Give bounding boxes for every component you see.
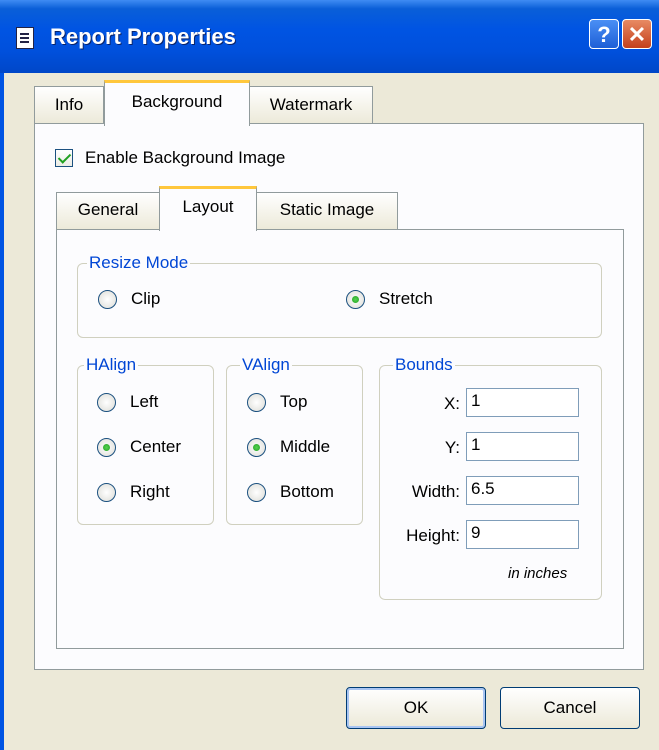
bounds-x-label: X: bbox=[443, 394, 460, 413]
subtab-general-label: General bbox=[77, 200, 139, 219]
valign-bottom-radio[interactable]: Bottom bbox=[247, 482, 334, 502]
resize-mode-legend: Resize Mode bbox=[87, 253, 191, 273]
halign-center-radio-circle[interactable] bbox=[97, 437, 116, 457]
enable-background-checkbox[interactable]: Enable Background Image bbox=[55, 148, 285, 168]
valign-top-radio-circle[interactable] bbox=[247, 392, 266, 412]
halign-left-label: Left bbox=[130, 392, 159, 411]
valign-middle-radio[interactable]: Middle bbox=[247, 437, 330, 457]
bounds-height-label: Height: bbox=[406, 526, 460, 545]
subtab-layout[interactable]: Layout bbox=[159, 186, 257, 231]
valign-bottom-radio-circle[interactable] bbox=[247, 482, 266, 502]
subtab-static-image[interactable]: Static Image bbox=[256, 192, 398, 230]
valign-legend: VAlign bbox=[240, 355, 292, 375]
bounds-group: Bounds X: 1 Y: 1 Width: 6.5 Height: 9 in… bbox=[379, 355, 602, 600]
subtab-static-image-label: Static Image bbox=[279, 200, 375, 219]
layout-subtab-panel: Resize Mode Clip Stretch HAlign Left Cen… bbox=[56, 229, 624, 649]
ok-button[interactable]: OK bbox=[346, 687, 486, 729]
valign-middle-label: Middle bbox=[280, 437, 331, 456]
bounds-height-input[interactable]: 9 bbox=[466, 520, 579, 549]
window-frame bbox=[0, 73, 4, 750]
document-icon bbox=[16, 27, 34, 49]
bounds-width-label: Width: bbox=[411, 482, 460, 501]
resize-stretch-radio-circle[interactable] bbox=[346, 289, 365, 309]
halign-center-radio[interactable]: Center bbox=[97, 437, 181, 457]
close-button[interactable]: ✕ bbox=[622, 19, 652, 49]
cancel-button[interactable]: Cancel bbox=[500, 687, 640, 729]
title-bar[interactable]: Report Properties ? ✕ bbox=[0, 0, 659, 73]
resize-stretch-label: Stretch bbox=[379, 289, 433, 308]
halign-left-radio-circle[interactable] bbox=[97, 392, 116, 412]
valign-bottom-label: Bottom bbox=[280, 482, 334, 501]
halign-right-radio-circle[interactable] bbox=[97, 482, 116, 502]
halign-center-label: Center bbox=[130, 437, 182, 456]
valign-middle-radio-circle[interactable] bbox=[247, 437, 266, 457]
tab-info[interactable]: Info bbox=[34, 86, 104, 124]
bounds-y-label: Y: bbox=[444, 438, 460, 457]
resize-mode-group: Resize Mode Clip Stretch bbox=[77, 253, 602, 338]
halign-legend: HAlign bbox=[84, 355, 139, 375]
resize-clip-radio-circle[interactable] bbox=[98, 289, 117, 309]
tab-watermark-label: Watermark bbox=[269, 95, 353, 114]
halign-right-label: Right bbox=[130, 482, 170, 501]
valign-top-label: Top bbox=[280, 392, 308, 411]
resize-clip-radio[interactable]: Clip bbox=[98, 289, 160, 309]
halign-right-radio[interactable]: Right bbox=[97, 482, 170, 502]
subtab-layout-label: Layout bbox=[182, 197, 234, 216]
window-title: Report Properties bbox=[50, 24, 236, 49]
valign-group: VAlign Top Middle Bottom bbox=[226, 355, 363, 525]
tab-background[interactable]: Background bbox=[104, 80, 250, 126]
tab-info-label: Info bbox=[54, 95, 84, 114]
halign-left-radio[interactable]: Left bbox=[97, 392, 158, 412]
bounds-width-input[interactable]: 6.5 bbox=[466, 476, 579, 505]
enable-background-checkbox-label: Enable Background Image bbox=[85, 148, 286, 167]
bounds-x-input[interactable]: 1 bbox=[466, 388, 579, 417]
halign-group: HAlign Left Center Right bbox=[77, 355, 214, 525]
resize-clip-label: Clip bbox=[131, 289, 161, 308]
bounds-units-note: in inches bbox=[508, 565, 568, 582]
tab-background-label: Background bbox=[131, 92, 223, 111]
subtab-general[interactable]: General bbox=[56, 192, 160, 230]
tab-watermark[interactable]: Watermark bbox=[249, 86, 373, 124]
resize-stretch-radio[interactable]: Stretch bbox=[346, 289, 433, 309]
valign-top-radio[interactable]: Top bbox=[247, 392, 307, 412]
help-button[interactable]: ? bbox=[589, 19, 619, 49]
bounds-y-input[interactable]: 1 bbox=[466, 432, 579, 461]
enable-background-checkbox-box[interactable] bbox=[55, 149, 73, 167]
bounds-legend: Bounds bbox=[393, 355, 455, 375]
report-properties-dialog: Report Properties ? ✕ Info Background Wa… bbox=[0, 0, 659, 750]
